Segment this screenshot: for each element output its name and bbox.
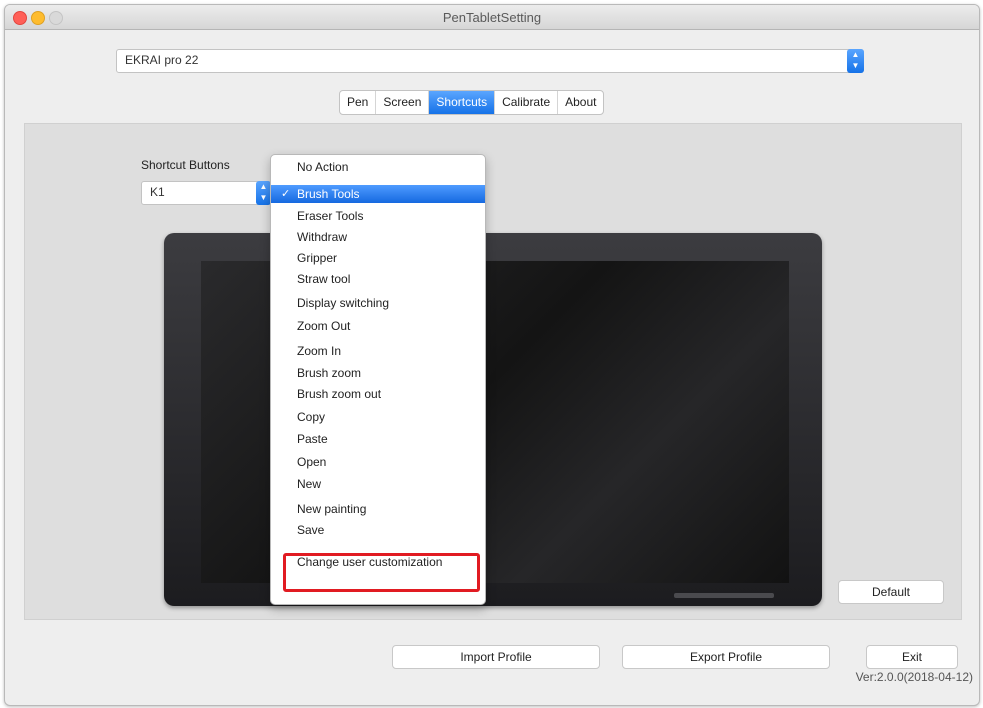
dropdown-option[interactable]: Gripper: [271, 249, 485, 267]
window-title: PenTabletSetting: [442, 10, 542, 25]
dropdown-option[interactable]: ✓ Brush Tools: [271, 185, 485, 203]
tab-about[interactable]: About: [558, 91, 603, 114]
dropdown-option[interactable]: New painting: [271, 500, 485, 518]
shortcut-key-select[interactable]: K1 ▲ ▼: [141, 181, 271, 205]
dropdown-option[interactable]: Straw tool: [271, 270, 485, 288]
dropdown-option-label: Gripper: [297, 251, 338, 265]
dropdown-option[interactable]: Eraser Tools: [271, 207, 485, 225]
dropdown-option-label: Withdraw: [297, 230, 348, 244]
dropdown-option-label: Brush Tools: [297, 187, 360, 201]
dropdown-option-label: Copy: [297, 410, 326, 424]
dropdown-option[interactable]: Copy: [271, 408, 485, 426]
tablet-monitor-image: [164, 233, 822, 606]
dropdown-option-label: Save: [297, 523, 325, 537]
dropdown-option-label: No Action: [297, 160, 349, 174]
dropdown-option[interactable]: Withdraw: [271, 228, 485, 246]
dropdown-option[interactable]: Open: [271, 453, 485, 471]
device-select[interactable]: EKRAI pro 22 ▲ ▼: [116, 49, 864, 73]
dropdown-option-label: Display switching: [297, 296, 390, 310]
dropdown-option-label: New painting: [297, 502, 367, 516]
dropdown-option[interactable]: Zoom In: [271, 342, 485, 360]
tab-shortcuts[interactable]: Shortcuts: [429, 91, 496, 114]
chevron-updown-icon[interactable]: ▲ ▼: [256, 181, 271, 205]
dropdown-option[interactable]: Display switching: [271, 294, 485, 312]
version-label: Ver:2.0.0(2018-04-12): [855, 670, 973, 684]
tab-pen[interactable]: Pen: [340, 91, 377, 114]
annotation-highlight-box: [283, 553, 480, 592]
dropdown-option[interactable]: Zoom Out: [271, 317, 485, 335]
export-profile-button[interactable]: Export Profile: [622, 645, 830, 669]
shortcut-buttons-label: Shortcut Buttons: [141, 158, 230, 172]
dropdown-option[interactable]: Paste: [271, 430, 485, 448]
action-dropdown-menu: No Action ✓ Brush Tools Eraser Tools Withdra…: [270, 154, 486, 605]
dropdown-option-label: Zoom In: [297, 344, 342, 358]
chevron-updown-icon[interactable]: ▲ ▼: [847, 49, 864, 73]
dropdown-option-label: New: [297, 477, 322, 491]
device-select-value: EKRAI pro 22: [125, 53, 199, 67]
title-bar: PenTabletSetting: [5, 5, 979, 30]
dropdown-option[interactable]: Brush zoom out: [271, 385, 485, 403]
dropdown-option[interactable]: New: [271, 475, 485, 493]
exit-button[interactable]: Exit: [866, 645, 958, 669]
dropdown-option-label: Straw tool: [297, 272, 351, 286]
shortcut-key-value: K1: [150, 185, 165, 199]
dropdown-option-label: Brush zoom out: [297, 387, 382, 401]
import-profile-button[interactable]: Import Profile: [392, 645, 600, 669]
dropdown-option[interactable]: No Action: [271, 158, 485, 176]
dropdown-option-label: Brush zoom: [297, 366, 362, 380]
dropdown-option-label: Paste: [297, 432, 328, 446]
dropdown-option-label: Zoom Out: [297, 319, 351, 333]
dropdown-option-label: Eraser Tools: [297, 209, 364, 223]
dropdown-option-label: Open: [297, 455, 327, 469]
checkmark-icon: ✓: [281, 188, 291, 200]
dropdown-option[interactable]: Brush zoom: [271, 364, 485, 382]
tab-bar: Pen Screen Shortcuts Calibrate About: [339, 90, 605, 115]
tab-screen[interactable]: Screen: [376, 91, 430, 114]
tab-calibrate[interactable]: Calibrate: [495, 91, 559, 114]
dropdown-option[interactable]: Save: [271, 521, 485, 539]
monitor-hardware-buttons: [674, 593, 774, 598]
default-button[interactable]: Default: [838, 580, 944, 604]
